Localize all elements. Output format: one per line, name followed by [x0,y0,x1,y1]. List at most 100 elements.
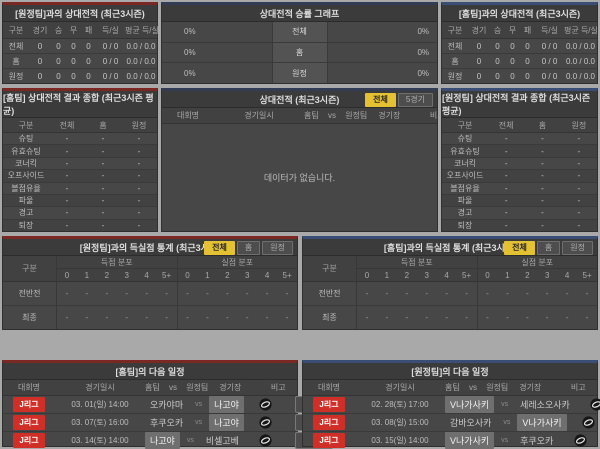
panel-title-bar: [원정팀] 상대전적 결과 종합 (최근3시즌 평균) [442,91,597,118]
table-row: 홈 0 0 0 0 0 / 0 0.0 / 0.0 [442,53,597,68]
stat-cell: - [504,220,508,230]
match-datetime: 02. 28(토) 17:00 [371,400,429,409]
table-row: 경고 - - - [442,206,597,218]
column-header: 4 [144,270,149,280]
away-team-header: 원정팀 [486,383,509,392]
panel-home-summary: [홈팀] 상대전적 결과 종합 (최근3시즌 평균) 구분 전체 홈 원정 슈팅 - … [2,88,158,232]
schedule-row: J리그 03. 14(토) 14:00 나고야 vs 비셀고베 비고 > [3,431,333,449]
filter-button[interactable]: 홈 [236,241,261,255]
stat-cell: 0 [37,56,43,66]
stat-cell: 0 [510,41,515,51]
right-percent: 0% [417,68,429,78]
panel-home-goal-stats: [홈팀]과의 득실점 통계 (최근3시즌) 전체 홈 원정 구분 득점 분포 실점 … [302,236,598,330]
column-header: 4 [444,270,449,280]
row-label: 볼점유율 [11,183,41,193]
stat-cell: - [65,171,69,181]
stat-cell: - [385,313,389,322]
graph-row-label: 홈 [271,42,328,63]
vs-label: vs [195,401,203,408]
stat-cell: - [105,289,109,298]
table-header-row: 대회명 경기일시 홈팀 vs 원정팀 경기장 비고 [162,108,445,124]
match-datetime: 03. 07(토) 16:00 [71,418,129,427]
row-label: 유효슈팅 [450,146,480,156]
match-datetime: 03. 15(일) 14:00 [371,436,429,445]
left-percent: 0% [184,48,196,57]
stadium-icon[interactable] [590,398,600,411]
panel-title-bar: [원정팀]과의 득실점 통계 (최근3시즌) 전체 홈 원정 [3,239,297,256]
stat-cell: - [65,220,69,230]
row-label: 슈팅 [18,134,34,144]
column-header: 경기일시 [385,383,415,392]
table-row: 코너킥 - - - [442,156,597,169]
column-header: 전체 [498,120,514,130]
home-team: 나고야 [145,432,180,449]
panel-title: [원정팀]과의 득실점 통계 (최근3시즌) [79,242,221,253]
filter-button[interactable]: 전체 [504,241,535,255]
table-row: 경고 - - - [3,206,157,218]
stat-cell: - [541,134,544,144]
stat-cell: - [137,171,141,181]
stadium-icon[interactable] [259,398,273,411]
filter-button[interactable]: 원정 [262,241,293,255]
row-label: 전반전 [303,282,357,305]
table-row: 오프사이드 - - - [3,169,157,182]
stat-cell: - [137,134,141,144]
stadium-icon[interactable] [259,416,273,429]
home-team: V나가사키 [445,396,495,413]
column-header: 경기일시 [85,383,115,392]
row-label: 볼점유율 [450,183,480,193]
stat-cell: - [137,183,141,193]
filter-button[interactable]: 전체 [365,93,396,107]
stat-cell: - [577,158,581,168]
stat-cell: - [541,220,544,230]
column-header: 구분 [18,120,34,130]
stadium-icon[interactable] [574,434,587,447]
filter-button[interactable]: 홈 [536,241,561,255]
column-header: 구분 [457,120,473,130]
filter-button[interactable]: 5경기 [397,93,433,107]
match-teams: 후쿠오카 vs 나고야 [145,414,244,431]
home-team: V나가사키 [445,432,495,449]
filter-button[interactable]: 전체 [204,241,235,255]
stat-cell: - [506,289,509,298]
stadium-icon[interactable] [582,416,595,429]
stat-cell: 0 [37,71,43,81]
table-body: 슈팅 - - - 유효슈팅 - - - 코너킥 - - - 오프사이드 - - … [442,133,597,231]
table-body: 전체 0 0 0 0 0 / 0 0.0 / 0.0 홈 0 0 0 0 0 /… [442,39,597,83]
stat-cell: - [125,289,129,298]
filter-button[interactable]: 원정 [562,241,593,255]
row-label: 퇴장 [18,220,34,230]
column-header: 패 [84,25,93,35]
table-row: 최종 - - - - - - - - - - - - [303,305,597,329]
column-header: 3 [124,270,129,280]
graph-row-label: 전체 [271,22,328,42]
column-header: 0 [64,270,70,280]
stat-cell: - [545,289,549,298]
stat-cell: - [265,289,269,298]
stat-cell: - [145,313,148,322]
table-row: 원정 0 0 0 0 0 / 0 0.0 / 0.0 [3,68,157,83]
filter-group: 전체 5경기 [365,93,433,107]
stat-cell: 0 [525,56,530,66]
stadium-icon[interactable] [259,434,273,447]
stat-cell: - [65,146,69,156]
match-datetime: 03. 08(일) 15:00 [371,418,429,427]
column-header: 무 [508,25,517,35]
column-header: 2 [104,270,110,280]
column-header: 구분 [8,25,24,35]
stat-cell: - [165,313,168,322]
column-header: 4 [564,270,570,280]
row-label: 오프사이드 [446,171,484,181]
row-label: 홈 [451,56,459,66]
right-percent: 0% [417,27,429,37]
column-header: 2 [525,270,530,280]
row-label: 코너킥 [14,158,38,168]
panel-title-bar: [홈팀]의 다음 일정 [3,363,297,380]
column-header: 원정 [131,120,147,130]
stat-cell: 0 [71,41,76,51]
league-badge: J리그 [13,433,45,448]
stat-cell: - [101,146,105,156]
row-label: 경고 [18,208,34,218]
row-label: 전반전 [3,282,57,305]
stat-cell: - [405,313,409,322]
